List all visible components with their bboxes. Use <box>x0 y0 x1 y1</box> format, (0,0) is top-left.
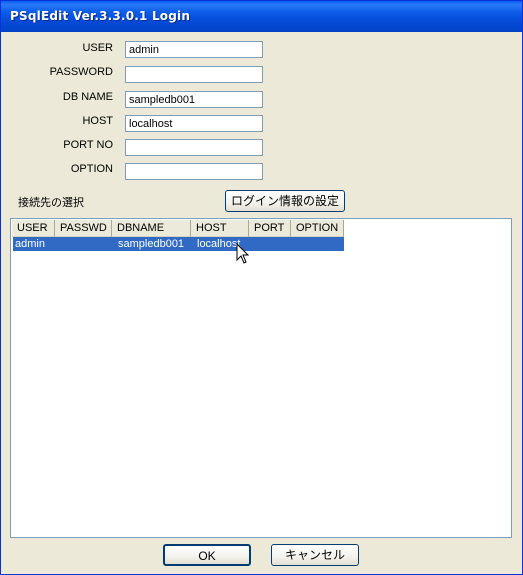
ok-button[interactable]: OK <box>163 544 251 566</box>
login-settings-button[interactable]: ログイン情報の設定 <box>225 190 345 212</box>
column-header-option[interactable]: OPTION <box>291 220 344 237</box>
password-label: PASSWORD <box>49 66 113 78</box>
title-bar[interactable]: PSqlEdit Ver.3.3.0.1 Login <box>1 1 522 32</box>
mouse-cursor-icon <box>236 243 250 264</box>
cell-user: admin <box>15 238 45 250</box>
connection-list[interactable]: USER PASSWD DBNAME HOST PORT OPTION admi… <box>10 218 512 538</box>
user-label: USER <box>82 42 113 54</box>
dbname-input[interactable] <box>125 91 263 108</box>
option-label: OPTION <box>70 163 113 175</box>
host-input[interactable] <box>125 115 263 132</box>
port-label: PORT NO <box>63 139 113 151</box>
port-input[interactable] <box>125 139 263 156</box>
table-row-selected[interactable]: admin sampledb001 localhost <box>13 237 344 251</box>
column-header-dbname[interactable]: DBNAME <box>112 220 191 237</box>
window-title: PSqlEdit Ver.3.3.0.1 Login <box>10 9 191 23</box>
option-input[interactable] <box>125 163 263 180</box>
column-header-port[interactable]: PORT <box>249 220 291 237</box>
column-header-user[interactable]: USER <box>12 220 55 237</box>
column-header-passwd[interactable]: PASSWD <box>55 220 112 237</box>
connection-select-label: 接続先の選択 <box>18 196 84 209</box>
column-header-host[interactable]: HOST <box>191 220 249 237</box>
password-input[interactable] <box>125 66 263 83</box>
cell-host: localhost <box>197 238 241 250</box>
cancel-button[interactable]: キャンセル <box>271 544 359 566</box>
host-label: HOST <box>82 115 113 127</box>
login-dialog: PSqlEdit Ver.3.3.0.1 Login USER PASSWORD… <box>0 0 523 575</box>
user-input[interactable] <box>125 41 263 58</box>
dbname-label: DB NAME <box>62 91 113 103</box>
cell-dbname: sampledb001 <box>118 238 185 250</box>
